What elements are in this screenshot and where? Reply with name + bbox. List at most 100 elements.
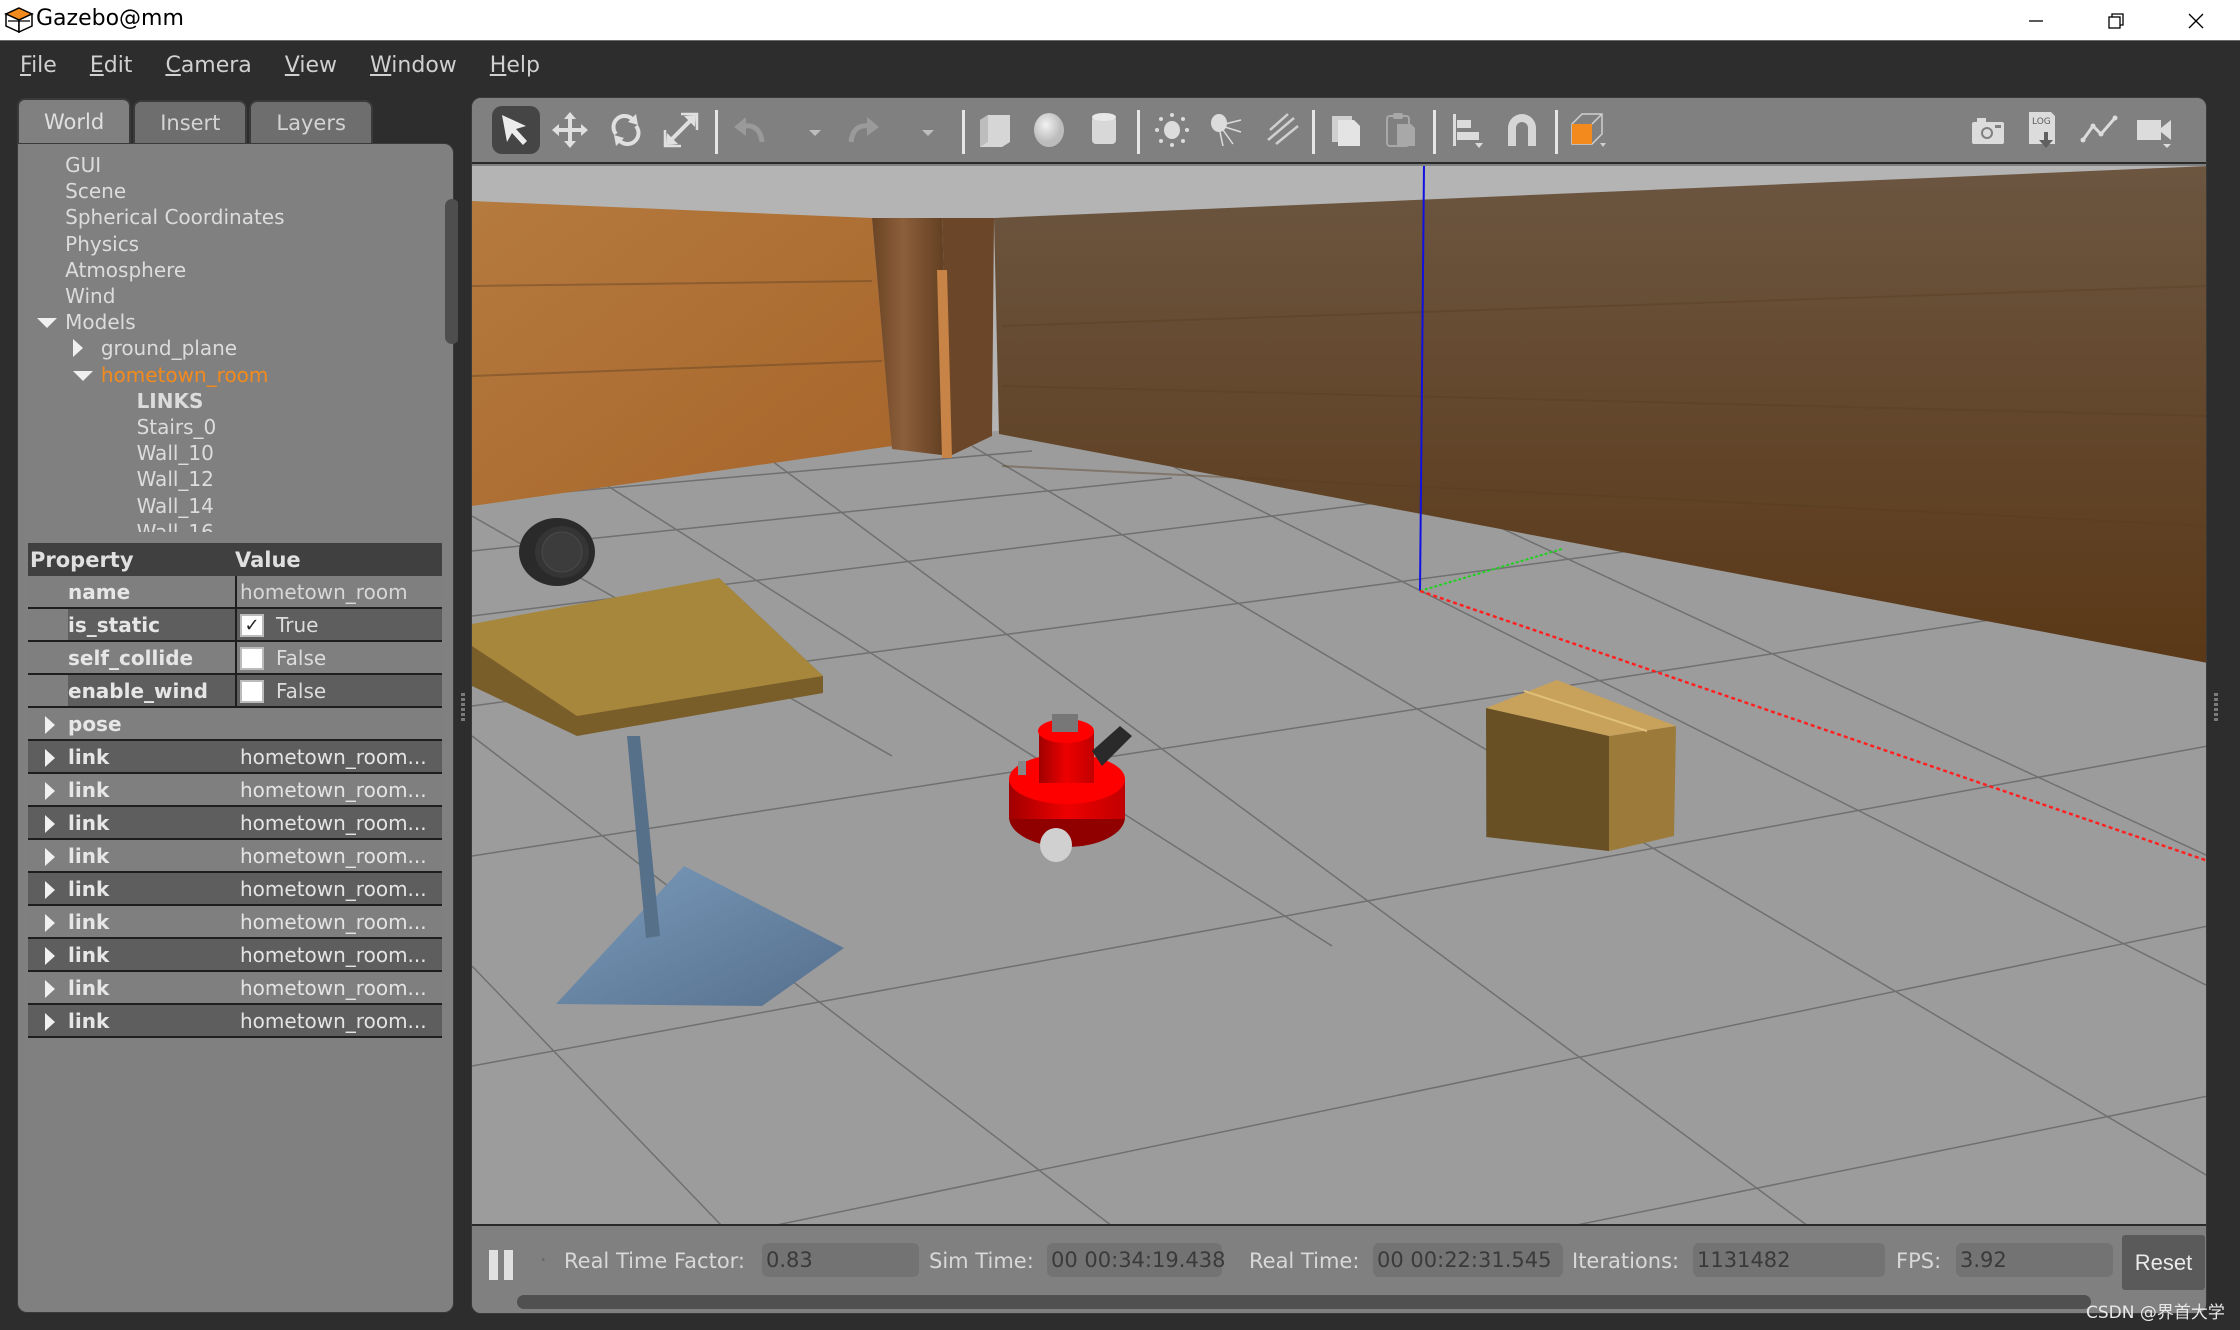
pause-button[interactable] xyxy=(489,1250,519,1280)
spot-light-button[interactable] xyxy=(1203,106,1251,154)
tree-item[interactable]: Wind xyxy=(65,283,115,309)
expand-arrow-icon[interactable] xyxy=(45,881,55,899)
menu-camera[interactable]: Camera xyxy=(165,53,251,78)
snap-button[interactable] xyxy=(1498,106,1546,154)
tree-item[interactable]: Stairs_0 xyxy=(137,414,217,440)
link-row[interactable]: link hometown_room... xyxy=(28,972,442,1005)
expand-arrow-icon[interactable] xyxy=(45,947,55,965)
tree-scrollbar[interactable] xyxy=(445,199,459,344)
horizontal-scrollbar[interactable] xyxy=(517,1295,2091,1309)
property-name: self_collide xyxy=(68,645,194,670)
link-row[interactable]: link hometown_room... xyxy=(28,840,442,873)
restore-button[interactable] xyxy=(2076,0,2156,41)
tree-item[interactable]: Wall_16 xyxy=(137,519,214,532)
expand-arrow-icon[interactable] xyxy=(45,848,55,866)
scene-render xyxy=(472,166,2206,1224)
left-splitter[interactable] xyxy=(458,97,468,1314)
tab-insert[interactable]: Insert xyxy=(133,100,248,144)
redo-button[interactable] xyxy=(839,106,887,154)
link-row[interactable]: link hometown_room... xyxy=(28,873,442,906)
tree-item[interactable]: Wall_14 xyxy=(137,493,214,519)
sphere-shape-button[interactable] xyxy=(1025,106,1073,154)
tab-layers[interactable]: Layers xyxy=(249,100,373,144)
expand-arrow-icon[interactable] xyxy=(45,1013,55,1031)
directional-light-button[interactable] xyxy=(1258,106,1306,154)
tree-item[interactable]: Models xyxy=(65,309,135,335)
minimize-button[interactable] xyxy=(1996,0,2076,41)
box-shape-button[interactable] xyxy=(970,106,1018,154)
menu-edit[interactable]: Edit xyxy=(90,53,133,78)
tree-item[interactable]: Wall_10 xyxy=(137,440,214,466)
checkbox-label: False xyxy=(276,645,327,670)
property-row-self-collide: self_collide False xyxy=(28,642,442,675)
3d-viewport[interactable] xyxy=(472,166,2206,1226)
menu-file[interactable]: File xyxy=(20,53,57,78)
menu-view[interactable]: View xyxy=(285,53,337,78)
menu-window[interactable]: Window xyxy=(370,53,457,78)
collapse-arrow-icon[interactable] xyxy=(72,370,93,381)
tree-item[interactable]: Atmosphere xyxy=(65,257,186,283)
property-table-header: Property Value xyxy=(28,543,442,576)
link-name: link xyxy=(68,942,110,967)
link-row[interactable]: link hometown_room... xyxy=(28,741,442,774)
watermark: CSDN @界首大学 xyxy=(2086,1303,2225,1323)
reset-button[interactable]: Reset xyxy=(2122,1235,2205,1290)
plot-button[interactable] xyxy=(2075,106,2123,154)
value-column-header: Value xyxy=(235,547,301,572)
link-row[interactable]: link hometown_room... xyxy=(28,807,442,840)
translate-mode-button[interactable] xyxy=(546,106,594,154)
screenshot-button[interactable] xyxy=(1964,106,2012,154)
link-row[interactable]: link hometown_room... xyxy=(28,939,442,972)
splitter-grip xyxy=(2214,693,2218,723)
redo-history-dropdown[interactable] xyxy=(922,130,934,136)
tree-item[interactable]: GUI xyxy=(65,152,101,178)
link-row[interactable]: link hometown_room... xyxy=(28,774,442,807)
menu-help[interactable]: Help xyxy=(490,53,540,78)
tree-item[interactable]: Physics xyxy=(65,231,139,257)
expand-arrow-icon[interactable] xyxy=(45,716,55,734)
step-indicator[interactable]: . xyxy=(540,1242,547,1266)
tree-item[interactable]: ground_plane xyxy=(101,335,237,361)
close-button[interactable] xyxy=(2156,0,2236,41)
video-record-button[interactable] xyxy=(2131,106,2179,154)
title-bar: Gazebo@mm xyxy=(0,0,2240,41)
expand-arrow-icon[interactable] xyxy=(45,914,55,932)
self-collide-checkbox[interactable] xyxy=(240,647,264,670)
align-button[interactable] xyxy=(1443,106,1491,154)
fps-value: 3.92 xyxy=(1956,1243,2113,1277)
copy-button[interactable] xyxy=(1322,106,1370,154)
tree-item[interactable]: Wall_12 xyxy=(137,466,214,492)
expand-arrow-icon[interactable] xyxy=(45,815,55,833)
point-light-button[interactable] xyxy=(1148,106,1196,154)
property-row-pose[interactable]: pose xyxy=(28,708,442,741)
scale-mode-button[interactable] xyxy=(657,106,705,154)
paste-button[interactable] xyxy=(1377,106,1425,154)
property-value-input[interactable]: hometown_room xyxy=(240,580,408,604)
enable-wind-checkbox[interactable] xyxy=(240,680,264,703)
expand-arrow-icon[interactable] xyxy=(72,339,83,358)
tab-world[interactable]: World xyxy=(17,98,132,144)
select-mode-button[interactable] xyxy=(492,106,540,154)
link-value: hometown_room... xyxy=(240,975,427,1000)
rotate-mode-button[interactable] xyxy=(602,106,650,154)
undo-button[interactable] xyxy=(726,106,774,154)
view-angle-button[interactable] xyxy=(1564,106,1612,154)
log-record-button[interactable]: LOG xyxy=(2019,106,2067,154)
tree-item[interactable]: Spherical Coordinates xyxy=(65,204,284,230)
link-row[interactable]: link hometown_room... xyxy=(28,1005,442,1038)
expand-arrow-icon[interactable] xyxy=(45,980,55,998)
expand-arrow-icon[interactable] xyxy=(45,782,55,800)
tree-item[interactable]: hometown_room xyxy=(101,362,269,388)
scale-mode-icon xyxy=(663,112,699,148)
right-splitter[interactable] xyxy=(2208,97,2240,1314)
cylinder-shape-button[interactable] xyxy=(1080,106,1128,154)
expand-arrow-icon[interactable] xyxy=(45,749,55,767)
tree-item[interactable]: LINKS xyxy=(137,388,204,414)
link-row[interactable]: link hometown_room... xyxy=(28,906,442,939)
undo-history-dropdown[interactable] xyxy=(809,130,821,136)
tree-item[interactable]: Scene xyxy=(65,178,126,204)
collapse-arrow-icon[interactable] xyxy=(37,318,58,329)
is-static-checkbox[interactable]: ✓ xyxy=(240,614,264,637)
link-value: hometown_room... xyxy=(240,843,427,868)
paste-icon xyxy=(1386,113,1415,147)
